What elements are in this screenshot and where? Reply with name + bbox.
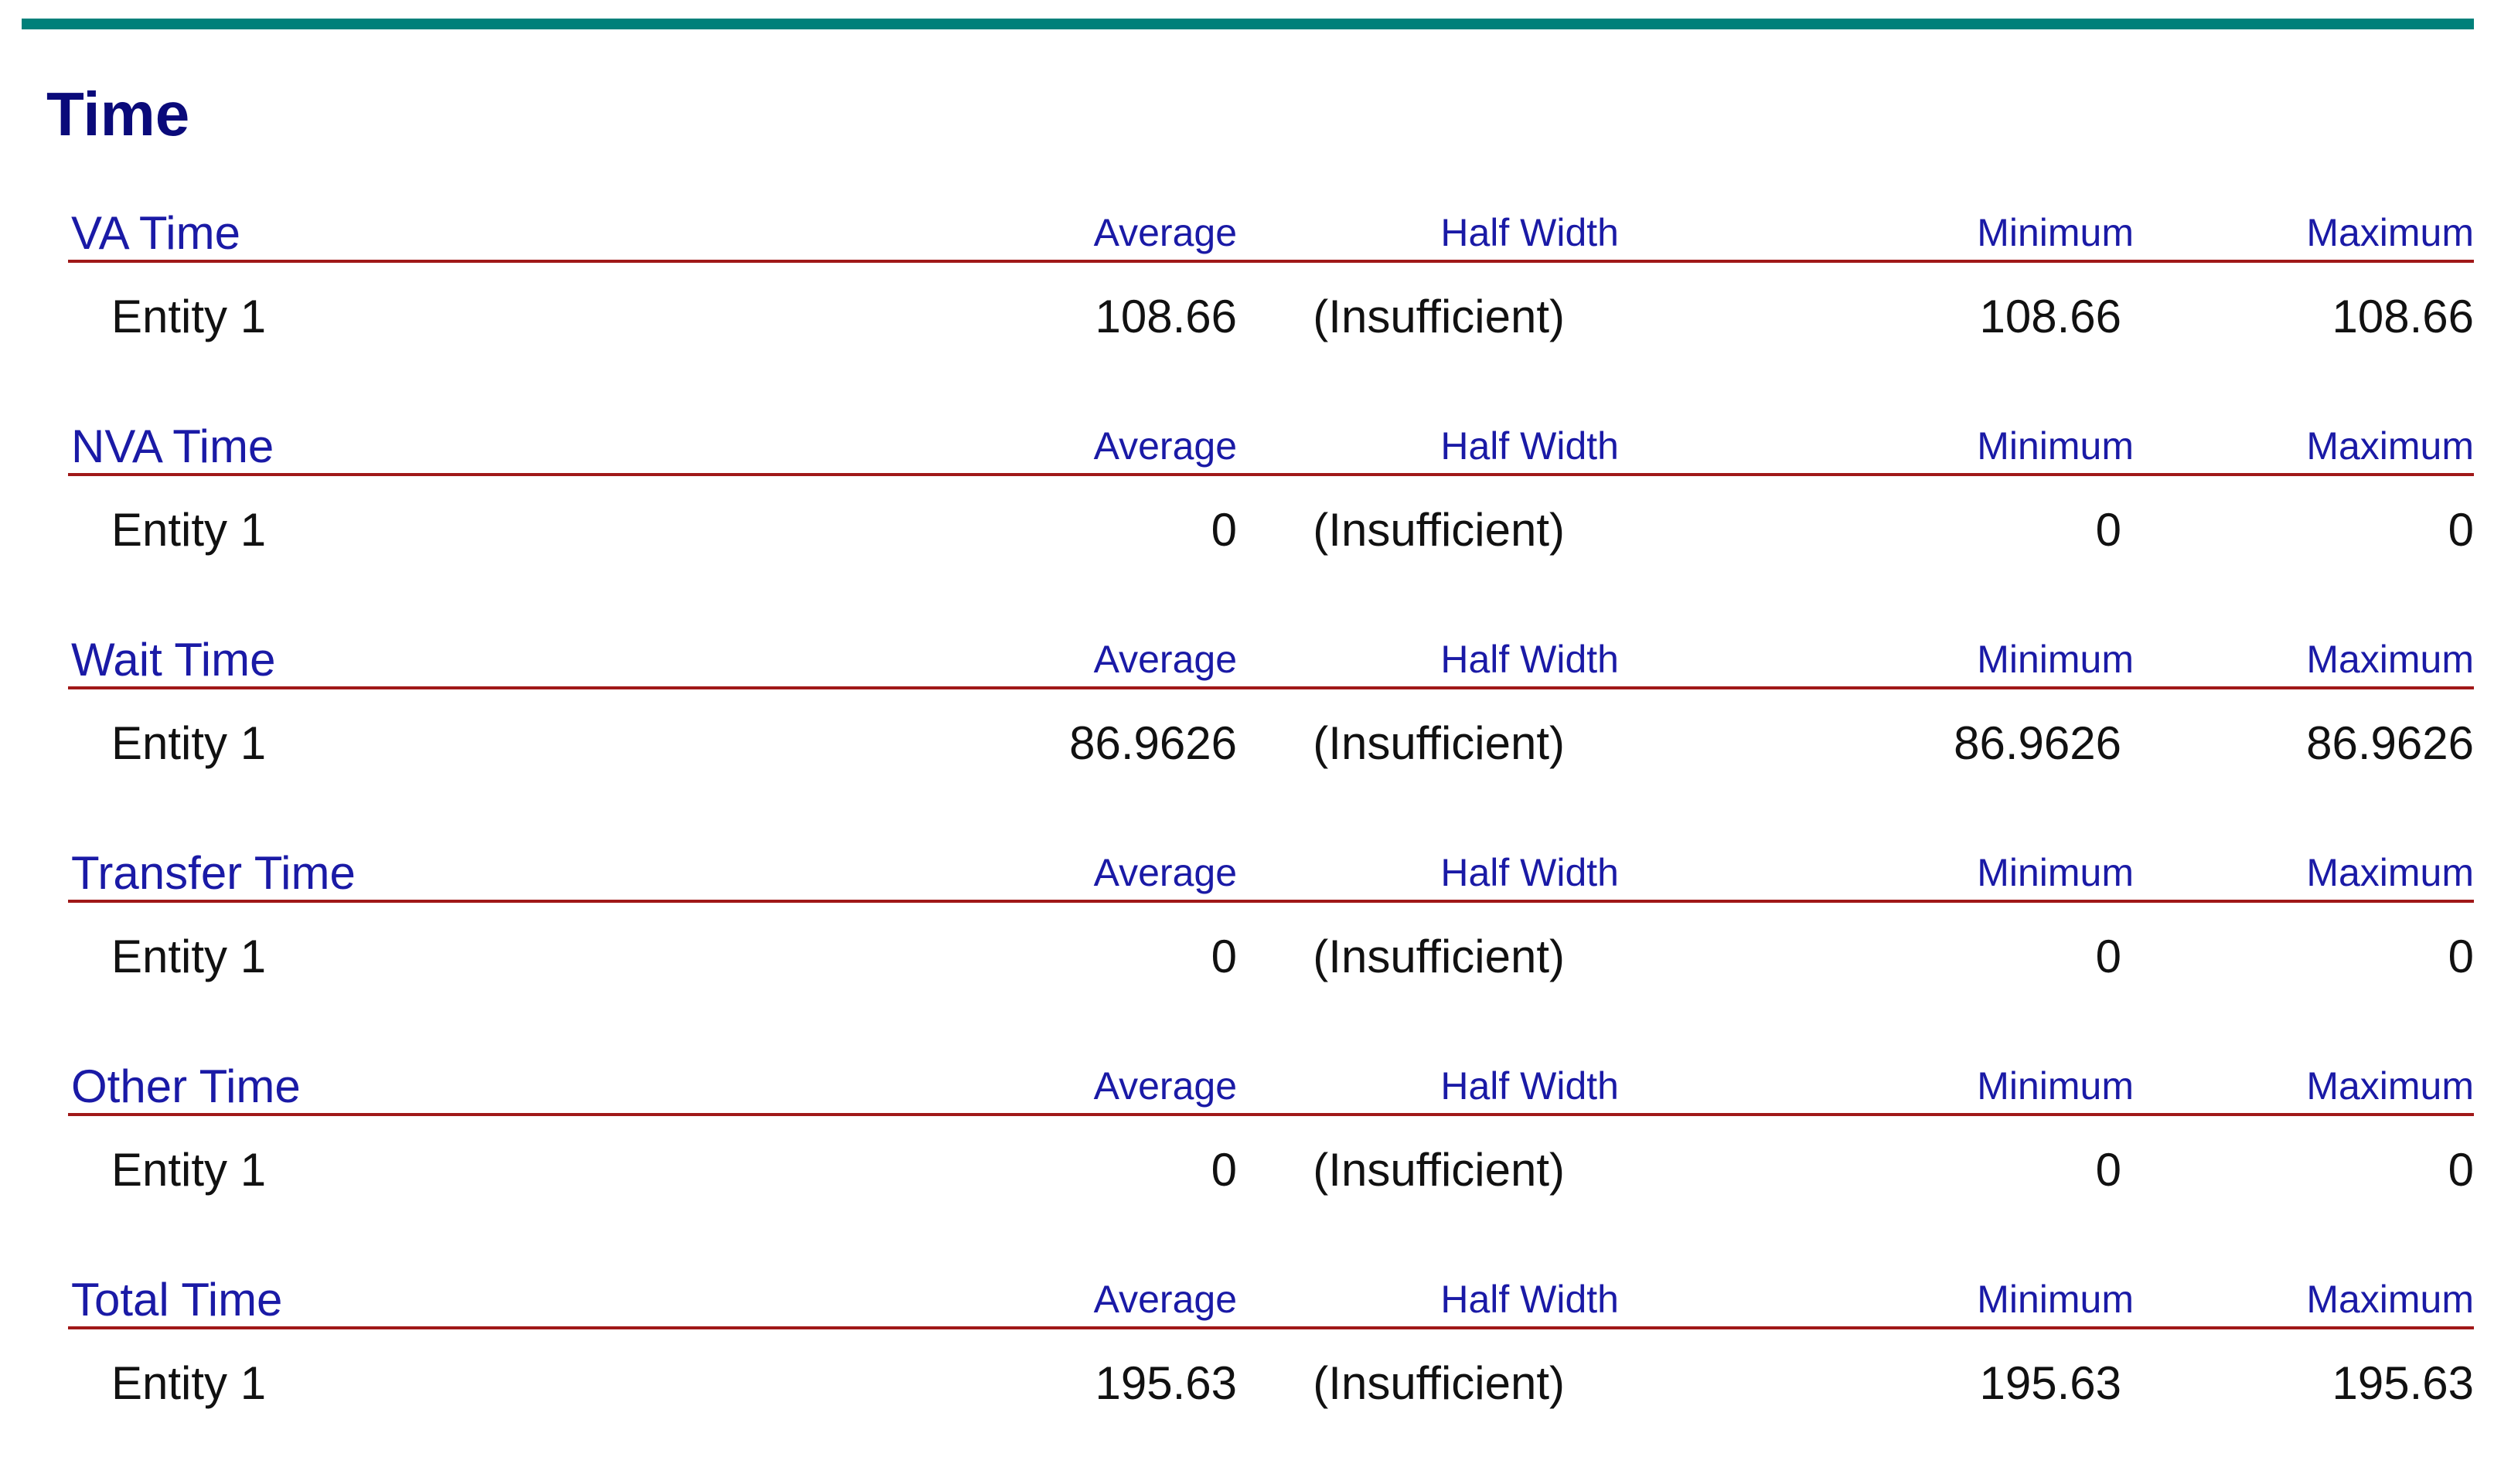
entity-name: Entity 1 — [111, 931, 267, 982]
column-header-maximum: Maximum — [2306, 1064, 2474, 1108]
table-row: Entity 1 86.9626 (Insufficient) 86.9626 … — [68, 689, 2474, 788]
minimum-value: 195.63 — [1979, 1357, 2121, 1409]
maximum-value: 0 — [2448, 1144, 2474, 1196]
column-header-maximum: Maximum — [2306, 638, 2474, 681]
section-header: Transfer Time Average Half Width Minimum… — [68, 844, 2474, 903]
column-header-minimum: Minimum — [1977, 638, 2134, 681]
section-header: NVA Time Average Half Width Minimum Maxi… — [68, 417, 2474, 476]
column-header-maximum: Maximum — [2306, 851, 2474, 894]
table-row: Entity 1 0 (Insufficient) 0 0 — [68, 1116, 2474, 1215]
section-header: Total Time Average Half Width Minimum Ma… — [68, 1271, 2474, 1329]
average-value: 0 — [1211, 504, 1237, 556]
minimum-value: 108.66 — [1979, 291, 2121, 342]
entity-name: Entity 1 — [111, 291, 267, 342]
average-value: 108.66 — [1095, 291, 1237, 342]
half-width-value: (Insufficient) — [1313, 717, 1565, 769]
column-header-average: Average — [1093, 424, 1237, 468]
section-total-time: Total Time Average Half Width Minimum Ma… — [68, 1271, 2474, 1484]
column-header-half-width: Half Width — [1440, 638, 1619, 681]
column-header-minimum: Minimum — [1977, 851, 2134, 894]
minimum-value: 0 — [2095, 931, 2121, 982]
average-value: 195.63 — [1095, 1357, 1237, 1409]
section-other-time: Other Time Average Half Width Minimum Ma… — [68, 1057, 2474, 1271]
section-header: Wait Time Average Half Width Minimum Max… — [68, 631, 2474, 689]
entity-name: Entity 1 — [111, 717, 267, 769]
maximum-value: 0 — [2448, 504, 2474, 556]
column-header-half-width: Half Width — [1440, 1278, 1619, 1321]
report-title: Time — [46, 80, 190, 148]
table-row: Entity 1 108.66 (Insufficient) 108.66 10… — [68, 263, 2474, 362]
section-header: VA Time Average Half Width Minimum Maxim… — [68, 204, 2474, 263]
half-width-value: (Insufficient) — [1313, 504, 1565, 556]
entity-name: Entity 1 — [111, 504, 267, 556]
column-header-maximum: Maximum — [2306, 1278, 2474, 1321]
column-header-average: Average — [1093, 1278, 1237, 1321]
maximum-value: 108.66 — [2332, 291, 2474, 342]
average-value: 0 — [1211, 931, 1237, 982]
half-width-value: (Insufficient) — [1313, 291, 1565, 342]
section-header: Other Time Average Half Width Minimum Ma… — [68, 1057, 2474, 1116]
section-title: Wait Time — [71, 634, 276, 686]
minimum-value: 0 — [2095, 1144, 2121, 1196]
entity-name: Entity 1 — [111, 1144, 267, 1196]
section-title: Transfer Time — [71, 847, 356, 899]
half-width-value: (Insufficient) — [1313, 1357, 1565, 1409]
section-nva-time: NVA Time Average Half Width Minimum Maxi… — [68, 417, 2474, 631]
column-header-half-width: Half Width — [1440, 424, 1619, 468]
column-header-minimum: Minimum — [1977, 424, 2134, 468]
table-row: Entity 1 0 (Insufficient) 0 0 — [68, 476, 2474, 575]
average-value: 0 — [1211, 1144, 1237, 1196]
column-header-half-width: Half Width — [1440, 1064, 1619, 1108]
maximum-value: 0 — [2448, 931, 2474, 982]
column-header-average: Average — [1093, 851, 1237, 894]
half-width-value: (Insufficient) — [1313, 1144, 1565, 1196]
column-header-minimum: Minimum — [1977, 1064, 2134, 1108]
section-wait-time: Wait Time Average Half Width Minimum Max… — [68, 631, 2474, 844]
section-transfer-time: Transfer Time Average Half Width Minimum… — [68, 844, 2474, 1057]
column-header-maximum: Maximum — [2306, 424, 2474, 468]
section-title: VA Time — [71, 207, 240, 259]
half-width-value: (Insufficient) — [1313, 931, 1565, 982]
section-title: Total Time — [71, 1274, 283, 1326]
table-row: Entity 1 0 (Insufficient) 0 0 — [68, 903, 2474, 1002]
entity-name: Entity 1 — [111, 1357, 267, 1409]
column-header-half-width: Half Width — [1440, 211, 1619, 254]
column-header-minimum: Minimum — [1977, 1278, 2134, 1321]
column-header-half-width: Half Width — [1440, 851, 1619, 894]
minimum-value: 0 — [2095, 504, 2121, 556]
maximum-value: 86.9626 — [2306, 717, 2474, 769]
maximum-value: 195.63 — [2332, 1357, 2474, 1409]
section-title: NVA Time — [71, 420, 274, 472]
column-header-average: Average — [1093, 211, 1237, 254]
column-header-average: Average — [1093, 1064, 1237, 1108]
average-value: 86.9626 — [1069, 717, 1237, 769]
column-header-minimum: Minimum — [1977, 211, 2134, 254]
column-header-maximum: Maximum — [2306, 211, 2474, 254]
section-title: Other Time — [71, 1060, 301, 1112]
section-va-time: VA Time Average Half Width Minimum Maxim… — [68, 204, 2474, 417]
minimum-value: 86.9626 — [1954, 717, 2121, 769]
top-divider — [22, 19, 2474, 29]
column-header-average: Average — [1093, 638, 1237, 681]
table-row: Entity 1 195.63 (Insufficient) 195.63 19… — [68, 1329, 2474, 1428]
